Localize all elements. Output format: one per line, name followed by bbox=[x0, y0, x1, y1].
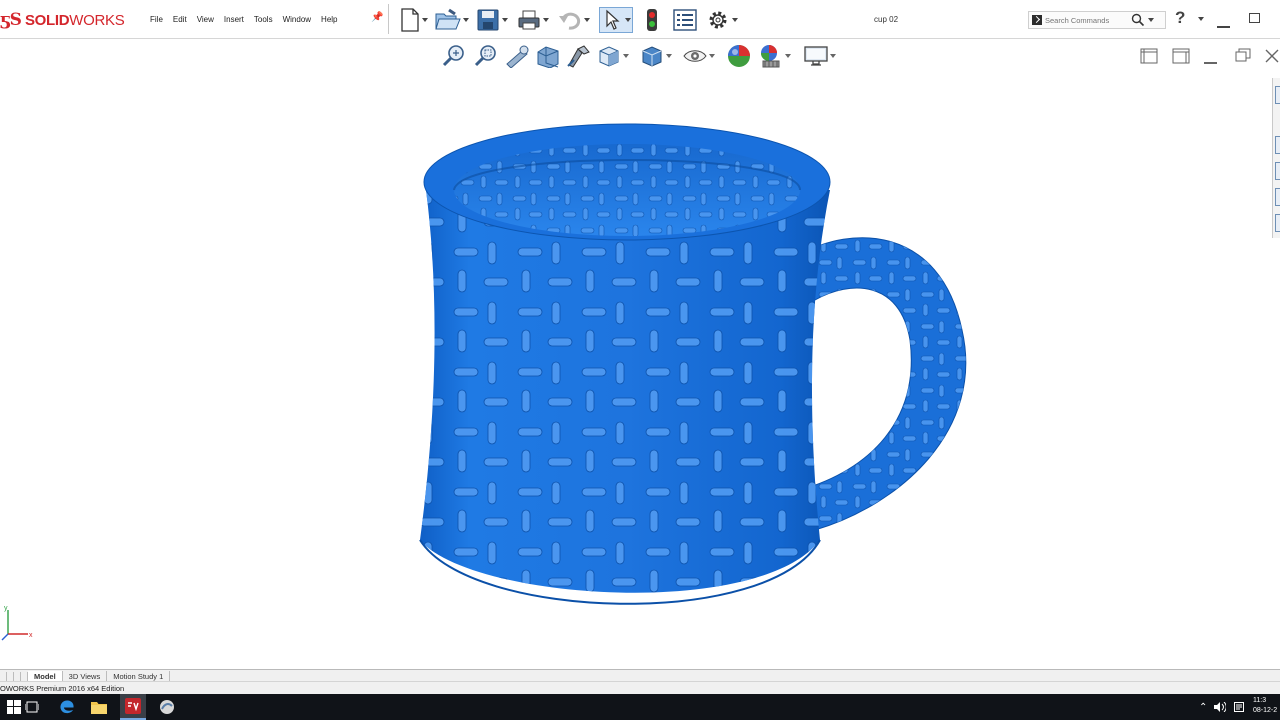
status-edition: OWORKS Premium 2016 x64 Edition bbox=[0, 684, 125, 693]
speaker-icon bbox=[1214, 702, 1226, 712]
app-icon bbox=[160, 700, 174, 714]
windows-taskbar: ⌃ 11:3 08-12-2 bbox=[0, 694, 1280, 720]
notification-icon bbox=[1234, 702, 1244, 712]
reference-triad: y x bbox=[1, 605, 33, 641]
taskbar-clock[interactable]: 11:3 08-12-2 bbox=[1253, 696, 1277, 716]
volume-icon[interactable] bbox=[1214, 694, 1226, 720]
windows-logo-icon bbox=[7, 700, 21, 714]
action-center-icon[interactable] bbox=[1234, 694, 1244, 720]
clock-date: 08-12-2 bbox=[1253, 707, 1278, 714]
edge-icon bbox=[60, 700, 74, 714]
triad-y-label: y bbox=[4, 605, 8, 612]
solidworks-app-icon bbox=[125, 698, 141, 714]
task-view-icon bbox=[25, 701, 39, 713]
tray-show-hidden-icon[interactable]: ⌃ bbox=[1199, 694, 1207, 720]
triad-x-label: x bbox=[29, 632, 33, 639]
start-button[interactable] bbox=[6, 694, 22, 720]
other-app-button[interactable] bbox=[156, 694, 178, 720]
task-view-button[interactable] bbox=[22, 694, 42, 720]
mug-model[interactable] bbox=[0, 0, 1280, 720]
clock-time: 11:3 bbox=[1253, 697, 1267, 704]
folder-icon bbox=[91, 702, 107, 714]
edge-button[interactable] bbox=[56, 694, 78, 720]
mug-rim bbox=[423, 123, 831, 241]
file-explorer-button[interactable] bbox=[88, 694, 110, 720]
solidworks-taskbar-button[interactable] bbox=[120, 694, 146, 720]
status-bar: OWORKS Premium 2016 x64 Edition bbox=[0, 681, 1280, 695]
